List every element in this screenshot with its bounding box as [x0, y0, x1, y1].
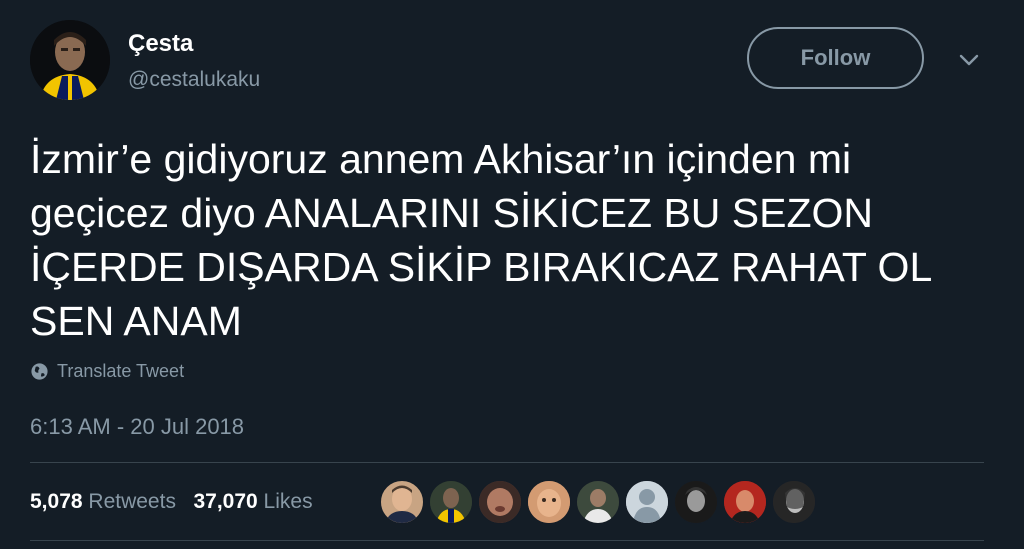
liker-avatar[interactable] [576, 480, 620, 524]
liker-avatar[interactable] [429, 480, 473, 524]
liker-avatar[interactable] [723, 480, 767, 524]
globe-icon [31, 363, 48, 380]
translate-tweet-link[interactable]: Translate Tweet [30, 361, 184, 382]
follow-button[interactable]: Follow [747, 27, 924, 89]
likes-stat[interactable]: 37,070 Likes [193, 490, 312, 513]
retweets-stat[interactable]: 5,078 Retweets [30, 490, 176, 513]
tweet-timestamp[interactable]: 6:13 AM - 20 Jul 2018 [30, 414, 244, 440]
liker-avatar[interactable] [674, 480, 718, 524]
divider-bottom [30, 540, 984, 541]
translate-label: Translate Tweet [57, 361, 185, 381]
divider-top [30, 462, 984, 463]
tweet-text: İzmir’e gidiyoruz annem Akhisar’ın içind… [30, 136, 931, 344]
liker-avatar[interactable] [527, 480, 571, 524]
tweet-stats: 5,078 Retweets 37,070 Likes [30, 490, 313, 514]
display-name[interactable]: Çesta [128, 30, 193, 58]
retweets-count: 5,078 [30, 490, 83, 513]
user-handle[interactable]: @cestalukaku [128, 68, 260, 92]
likes-label: Likes [263, 490, 313, 513]
avatar-image [30, 20, 110, 100]
profile-avatar[interactable] [30, 20, 110, 100]
chevron-down-icon[interactable] [956, 50, 982, 70]
liker-avatar[interactable] [772, 480, 816, 524]
liker-avatar[interactable] [380, 480, 424, 524]
likes-count: 37,070 [193, 490, 258, 513]
liker-avatar[interactable] [625, 480, 669, 524]
liker-avatar[interactable] [478, 480, 522, 524]
retweets-label: Retweets [88, 490, 176, 513]
